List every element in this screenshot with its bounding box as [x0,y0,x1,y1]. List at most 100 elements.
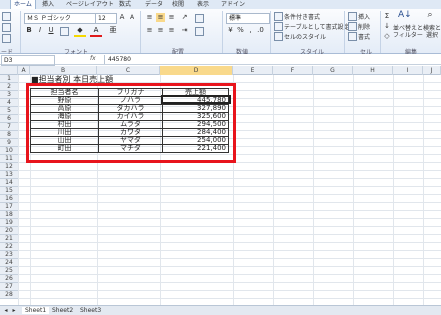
row-header[interactable]: 26 [0,275,18,283]
row-header[interactable]: 16 [0,195,18,203]
row-header[interactable]: 14 [0,179,18,187]
italic-icon[interactable]: I [35,26,45,35]
tab-addins[interactable]: アドイン [221,0,245,9]
merge-center-icon[interactable] [195,27,204,36]
formula-input[interactable]: 445780 [104,55,441,64]
conditional-format-icon[interactable] [274,12,283,21]
column-header-a[interactable]: A [18,66,30,75]
comma-icon[interactable]: , [246,26,255,35]
column-header-b[interactable]: B [30,66,97,75]
row-header[interactable]: 17 [0,203,18,211]
row-header[interactable]: 4 [0,99,18,107]
borders-icon[interactable] [60,27,69,36]
indent-icon[interactable]: ⇥ [180,26,189,35]
column-header-f[interactable]: F [273,66,313,75]
sheet-tab-2[interactable]: Sheet2 [52,307,73,314]
sheet-tab-3[interactable]: Sheet3 [80,307,101,314]
format-as-table-button[interactable]: テーブルとして書式設定 [284,22,349,31]
function-icon[interactable]: fx [90,55,96,62]
phonetic-icon[interactable]: 亜 [107,26,119,35]
sheet-tab-1[interactable]: Sheet1 [22,307,50,314]
row-header[interactable]: 23 [0,251,18,259]
row-header[interactable]: 28 [0,291,18,299]
row-header[interactable]: 10 [0,147,18,155]
align-center-icon[interactable]: ≡ [156,26,165,35]
tab-formulas[interactable]: 数式 [119,0,131,9]
row-header[interactable]: 1 [0,75,18,83]
conditional-format-button[interactable]: 条件付き書式 [284,12,320,21]
row-header[interactable]: 19 [0,219,18,227]
first-sheet-icon[interactable]: ◂ [2,306,10,315]
column-header-h[interactable]: H [353,66,393,75]
row-header[interactable]: 20 [0,227,18,235]
row-header[interactable]: 25 [0,267,18,275]
align-top-icon[interactable]: ≡ [145,13,154,22]
format-cells-button[interactable]: 書式 [358,32,370,41]
sort-filter-icon[interactable]: A↓ [398,11,412,20]
underline-icon[interactable]: U [46,26,56,35]
cell-styles-button[interactable]: セルのスタイル [284,32,326,41]
row-header[interactable]: 9 [0,139,18,147]
row-header[interactable]: 24 [0,259,18,267]
orientation-icon[interactable]: ↗ [180,13,189,22]
column-header-j[interactable]: J [423,66,441,75]
wrap-text-icon[interactable] [195,14,204,23]
row-header[interactable]: 18 [0,211,18,219]
find-select-icon[interactable]: ⌕ [424,11,436,20]
sort-filter-label-2[interactable]: フィルター [393,30,423,39]
find-select-label-2[interactable]: 選択 [426,30,438,39]
next-sheet-icon[interactable]: ▸ [10,306,18,315]
column-header-i[interactable]: I [393,66,423,75]
format-painter-icon[interactable] [2,34,11,43]
autosum-icon[interactable]: Σ [383,12,391,21]
align-right-icon[interactable]: ≡ [167,26,176,35]
row-header[interactable]: 15 [0,187,18,195]
name-box[interactable]: D3 [1,55,55,66]
column-header-c[interactable]: C [97,66,160,75]
clear-icon[interactable]: ◇ [383,32,391,41]
fill-color-icon[interactable]: ◆ [74,26,86,37]
tab-page-layout[interactable]: ページレイアウト [66,0,114,9]
tab-review[interactable]: 校閲 [172,0,184,9]
row-header[interactable]: 5 [0,107,18,115]
fill-icon[interactable]: ↓ [383,22,391,31]
row-header[interactable]: 22 [0,243,18,251]
currency-icon[interactable]: ¥ [226,26,235,35]
column-header-g[interactable]: G [313,66,353,75]
row-header[interactable]: 6 [0,115,18,123]
row-header[interactable]: 3 [0,91,18,99]
row-header[interactable]: 12 [0,163,18,171]
copy-icon[interactable] [2,23,11,32]
insert-cells-button[interactable]: 挿入 [358,12,370,21]
row-header[interactable]: 8 [0,131,18,139]
tab-insert[interactable]: 挿入 [42,0,54,9]
font-color-icon[interactable]: A [90,26,102,37]
row-header[interactable]: 21 [0,235,18,243]
row-header[interactable]: 2 [0,83,18,91]
align-middle-icon[interactable]: ≡ [156,13,165,22]
shrink-font-icon[interactable]: A [127,13,137,22]
format-cells-icon[interactable] [348,32,357,41]
align-bottom-icon[interactable]: ≡ [167,13,176,22]
row-header[interactable]: 13 [0,171,18,179]
row-header[interactable]: 7 [0,123,18,131]
percent-icon[interactable]: % [236,26,245,35]
cut-icon[interactable] [2,12,11,21]
cell-styles-icon[interactable] [274,32,283,41]
delete-cells-button[interactable]: 削除 [358,22,370,31]
bold-icon[interactable]: B [24,26,34,35]
tab-view[interactable]: 表示 [197,0,209,9]
column-header-d[interactable]: D [160,66,233,75]
delete-cells-icon[interactable] [348,22,357,31]
number-format-combo[interactable]: 標準 [226,13,270,24]
insert-cells-icon[interactable] [348,12,357,21]
select-all-corner[interactable] [0,66,18,75]
font-name-combo[interactable]: ＭＳ Ｐゴシック [24,13,96,24]
tab-data[interactable]: データ [145,0,163,9]
row-header[interactable]: 11 [0,155,18,163]
grow-font-icon[interactable]: A [117,13,127,22]
font-size-combo[interactable]: 12 [95,13,117,24]
row-header[interactable]: 27 [0,283,18,291]
decimal-icon[interactable]: .0 [256,26,265,35]
column-header-e[interactable]: E [233,66,273,75]
